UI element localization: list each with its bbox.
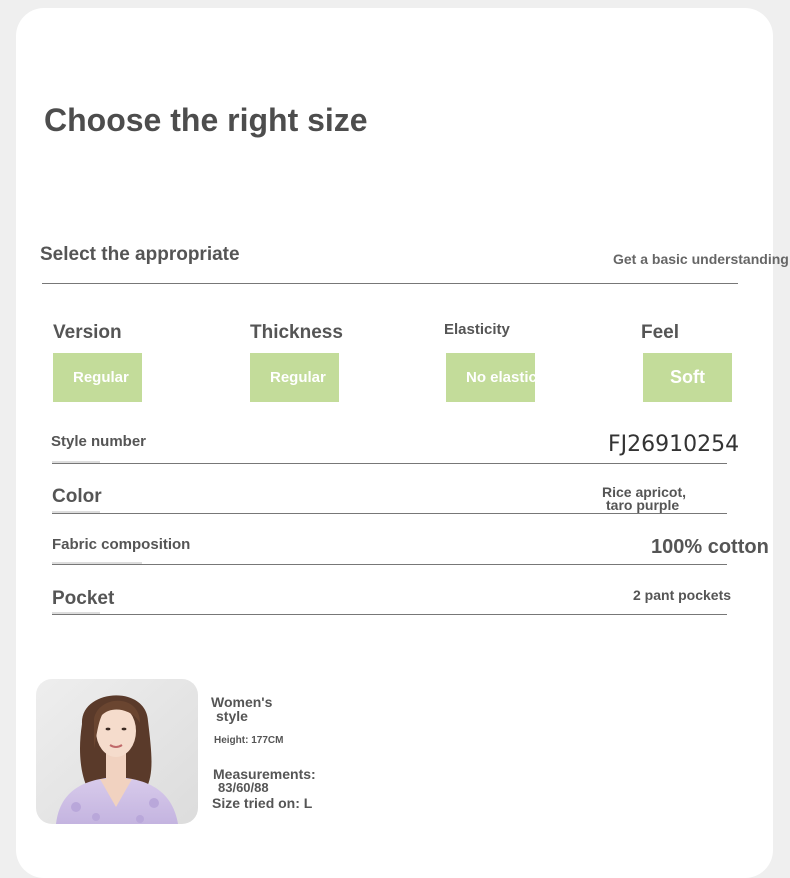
- page-title: Choose the right size: [44, 102, 368, 138]
- model-style-line2: style: [216, 708, 248, 724]
- fabric-label: Fabric composition: [52, 536, 191, 553]
- model-size-tried: Size tried on: L: [212, 795, 313, 811]
- section-heading: Select the appropriate: [40, 244, 240, 265]
- attr-chip-version: Regular: [53, 353, 142, 402]
- attr-label-thickness: Thickness: [250, 322, 343, 343]
- model-measurements-value: 83/60/88: [218, 780, 269, 795]
- attr-value-version: Regular: [73, 369, 129, 386]
- model-photo: [36, 679, 198, 824]
- fabric-value: 100% cotton: [651, 536, 769, 558]
- style-number-value: FJ26910254: [608, 432, 740, 457]
- side-note: Get a basic understanding: [613, 251, 789, 267]
- color-value-line2: taro purple: [606, 497, 680, 513]
- model-height: Height: 177CM: [214, 735, 284, 746]
- pocket-label: Pocket: [52, 588, 115, 609]
- row-divider: [52, 614, 727, 615]
- row-divider: [52, 463, 727, 464]
- row-divider: [52, 513, 727, 514]
- row-divider: [52, 564, 727, 565]
- pocket-value: 2 pant pockets: [633, 587, 732, 603]
- attr-chip-feel: Soft: [643, 353, 732, 402]
- attr-value-thickness: Regular: [270, 369, 326, 386]
- attr-value-feel: Soft: [670, 367, 705, 387]
- attr-chip-thickness: Regular: [250, 353, 339, 402]
- attr-label-version: Version: [53, 322, 122, 343]
- section-divider: [42, 283, 738, 284]
- attr-label-elasticity: Elasticity: [444, 321, 510, 338]
- color-label: Color: [52, 486, 102, 507]
- attr-value-elasticity: No elasticity: [466, 369, 555, 386]
- attr-chip-elasticity: No elasticity: [446, 353, 554, 402]
- attr-label-feel: Feel: [641, 322, 680, 343]
- style-number-label: Style number: [51, 433, 147, 450]
- model-photo-image: [36, 679, 198, 824]
